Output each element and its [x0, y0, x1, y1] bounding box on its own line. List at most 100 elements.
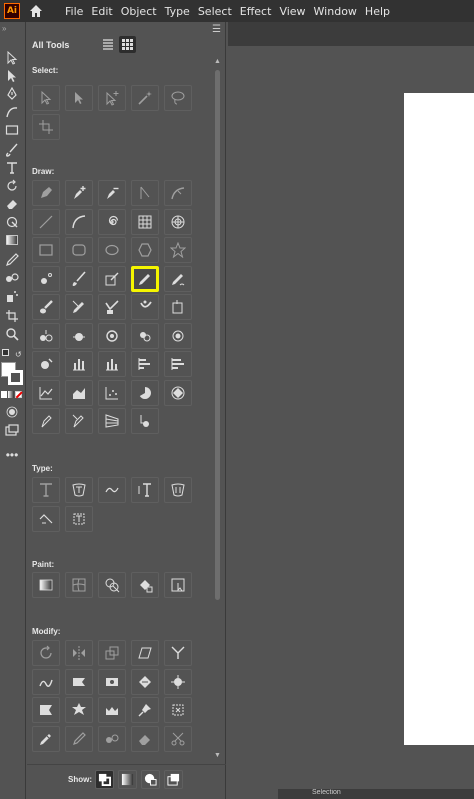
eraser-tool-button[interactable] — [32, 725, 60, 752]
selection-tool-button[interactable] — [32, 85, 60, 111]
show-gradient-button[interactable] — [118, 770, 137, 789]
draw-mode-icon[interactable] — [4, 404, 20, 420]
live-paint-selector-button[interactable] — [164, 572, 192, 598]
pen-tool-button[interactable] — [32, 180, 60, 206]
curvature-tool-button[interactable] — [164, 180, 192, 206]
flare-tool-button[interactable] — [32, 265, 60, 292]
pin-tool-button[interactable] — [131, 697, 159, 723]
symbol-sprayer-tool-icon[interactable] — [4, 288, 20, 304]
live-paint-selection-tool-button[interactable] — [164, 294, 192, 320]
add-anchor-point-tool-button[interactable] — [65, 180, 93, 206]
wrinkle-tool-button[interactable] — [65, 697, 93, 723]
zoom-tool-icon[interactable] — [4, 326, 20, 342]
ellipse-tool-button[interactable] — [98, 237, 126, 263]
double-chevron-icon[interactable]: » — [2, 24, 6, 33]
twirl-tool-button[interactable] — [65, 668, 93, 695]
rotate-tool-icon[interactable] — [4, 178, 20, 194]
rounded-rectangle-tool-button[interactable] — [65, 237, 93, 263]
vertical-area-type-tool-button[interactable] — [164, 477, 192, 503]
paintbrush-tool-icon[interactable] — [4, 142, 20, 158]
scatter-graph-tool-button[interactable] — [98, 379, 126, 406]
line-graph-tool-button[interactable] — [32, 379, 60, 406]
gradient-tool-icon[interactable] — [4, 232, 20, 248]
scroll-up-icon[interactable]: ▲ — [214, 58, 221, 65]
line-segment-tool-button[interactable] — [32, 208, 60, 235]
stacked-column-graph-tool-button[interactable] — [98, 351, 126, 377]
menu-select[interactable]: Select — [198, 5, 232, 18]
symbol-stainer-tool-button[interactable] — [32, 351, 60, 377]
group-selection-tool-button[interactable] — [98, 85, 126, 111]
blend-tool-icon[interactable] — [4, 270, 20, 286]
paintbrush-tool-button[interactable] — [65, 265, 93, 292]
artboard-tool-button[interactable] — [32, 113, 60, 140]
scissors-tool-button[interactable] — [164, 725, 192, 752]
screen-mode-icon[interactable] — [4, 422, 20, 438]
gradient-tool-button[interactable] — [32, 572, 60, 598]
home-icon[interactable] — [28, 3, 44, 19]
live-paint-bucket-tool-button[interactable] — [131, 408, 159, 434]
direct-selection-tool-icon[interactable] — [4, 68, 20, 84]
polar-grid-tool-button[interactable] — [164, 208, 192, 235]
symbol-sprayer-tool-button[interactable] — [32, 322, 60, 349]
symbol-sizer-tool-button[interactable] — [164, 322, 192, 349]
arc-tool-button[interactable] — [65, 208, 93, 235]
direct-selection-tool-button[interactable] — [65, 85, 93, 111]
path-eraser-tool-button[interactable] — [65, 294, 93, 320]
reflect-tool-button[interactable] — [65, 640, 93, 666]
selection-tool-icon[interactable] — [4, 50, 20, 66]
stacked-bar-graph-tool-button[interactable] — [164, 351, 192, 377]
rectangular-grid-tool-button[interactable] — [131, 208, 159, 235]
more-tools-icon[interactable]: ••• — [4, 447, 20, 463]
width-tool-button[interactable] — [131, 294, 159, 320]
color-mode-icon[interactable] — [1, 391, 23, 399]
pie-graph-tool-button[interactable] — [131, 379, 159, 406]
magic-wand-tool-button[interactable] — [131, 85, 159, 111]
fill-stroke-swatch-icon[interactable]: ↺ — [0, 348, 24, 388]
menu-edit[interactable]: Edit — [91, 5, 112, 18]
pencil-tool-button[interactable] — [131, 265, 159, 292]
menu-file[interactable]: File — [65, 5, 83, 18]
shear-tool-button[interactable] — [131, 640, 159, 666]
artboard[interactable] — [404, 93, 474, 745]
vertical-type-on-path-tool-button[interactable] — [32, 505, 60, 532]
menu-view[interactable]: View — [279, 5, 305, 18]
rectangle-tool-button[interactable] — [32, 237, 60, 263]
type-on-path-tool-button[interactable] — [98, 477, 126, 503]
rotate-tool-button[interactable] — [32, 640, 60, 666]
pen-tool-icon[interactable] — [4, 86, 20, 102]
rectangle-tool-icon[interactable] — [4, 122, 20, 138]
panel-scrollbar[interactable]: ▲ ▼ — [214, 58, 221, 762]
radar-graph-tool-button[interactable] — [164, 379, 192, 406]
perspective-selection-tool-button[interactable] — [98, 408, 126, 434]
grid-view-icon[interactable] — [119, 36, 136, 53]
area-graph-tool-button[interactable] — [65, 379, 93, 406]
type-tool-button[interactable] — [32, 477, 60, 503]
anchor-point-tool-button[interactable] — [131, 180, 159, 206]
free-transform-tool-button[interactable] — [164, 640, 192, 666]
crystallize-tool-button[interactable] — [32, 697, 60, 723]
smooth-tool-button[interactable] — [164, 265, 192, 292]
scroll-thumb[interactable] — [215, 70, 220, 600]
blob-brush-tool-button[interactable] — [32, 294, 60, 320]
gradient-mesh-tool-button[interactable] — [32, 408, 60, 434]
warp-tool-button[interactable] — [32, 668, 60, 695]
canvas-area[interactable]: Selection — [228, 22, 474, 799]
menu-type[interactable]: Type — [165, 5, 190, 18]
puppet-warp-tool-button[interactable] — [98, 697, 126, 723]
touch-type-tool-button[interactable] — [65, 505, 93, 532]
type-tool-icon[interactable] — [4, 160, 20, 176]
pucker-tool-button[interactable] — [98, 668, 126, 695]
perspective-grid-tool-button[interactable] — [65, 408, 93, 434]
list-view-icon[interactable] — [101, 37, 115, 51]
show-screen-mode-button[interactable] — [164, 770, 183, 789]
area-type-tool-button[interactable] — [65, 477, 93, 503]
symbol-spinner-tool-button[interactable] — [98, 322, 126, 349]
spiral-tool-button[interactable] — [98, 208, 126, 235]
warp-tool-icon[interactable] — [4, 214, 20, 230]
knife-eraser-tool-button[interactable] — [131, 725, 159, 752]
column-graph-tool-button[interactable] — [65, 351, 93, 377]
eyedropper-tool-button[interactable] — [65, 725, 93, 752]
shaper-tool-button[interactable] — [98, 265, 126, 292]
panel-menu-icon[interactable]: ☰ — [212, 24, 221, 35]
bar-graph-tool-button[interactable] — [131, 351, 159, 377]
